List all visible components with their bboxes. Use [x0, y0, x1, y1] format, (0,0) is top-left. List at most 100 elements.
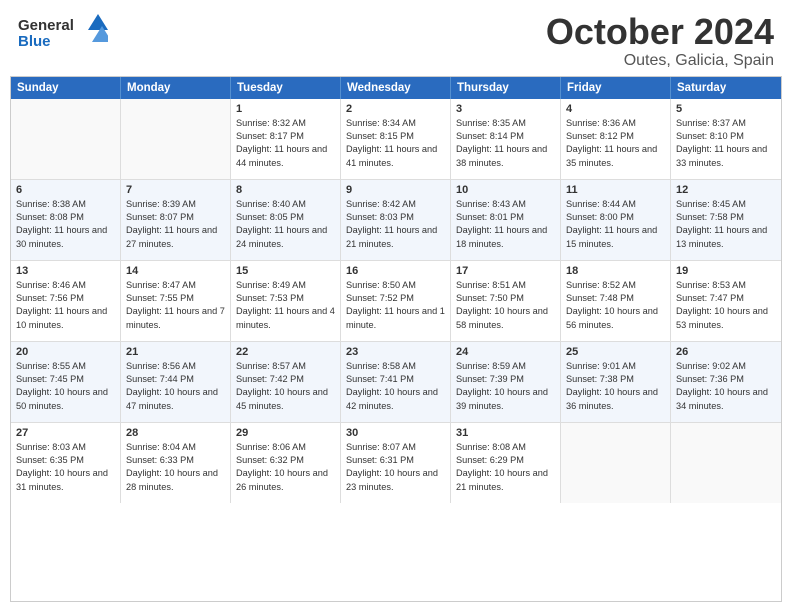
- daylight-text: Daylight: 11 hours and 4 minutes.: [236, 306, 335, 329]
- sunrise-text: Sunrise: 8:53 AM: [676, 280, 746, 290]
- sunset-text: Sunset: 8:00 PM: [566, 212, 634, 222]
- day-number: 2: [346, 103, 445, 115]
- sunset-text: Sunset: 7:45 PM: [16, 374, 84, 384]
- svg-text:Blue: Blue: [18, 33, 51, 50]
- daylight-text: Daylight: 10 hours and 31 minutes.: [16, 468, 108, 491]
- calendar-header-row: SundayMondayTuesdayWednesdayThursdayFrid…: [11, 77, 781, 99]
- day-cell-4: 4Sunrise: 8:36 AMSunset: 8:12 PMDaylight…: [561, 99, 671, 179]
- sunrise-text: Sunrise: 9:02 AM: [676, 361, 746, 371]
- empty-cell: [11, 99, 121, 179]
- sunset-text: Sunset: 7:56 PM: [16, 293, 84, 303]
- daylight-text: Daylight: 10 hours and 36 minutes.: [566, 387, 658, 410]
- sunset-text: Sunset: 6:31 PM: [346, 455, 414, 465]
- daylight-text: Daylight: 11 hours and 13 minutes.: [676, 225, 767, 248]
- sunset-text: Sunset: 8:05 PM: [236, 212, 304, 222]
- daylight-text: Daylight: 10 hours and 45 minutes.: [236, 387, 328, 410]
- day-number: 18: [566, 265, 665, 277]
- day-detail: Sunrise: 8:40 AM Sunset: 8:05 PM Daylight:…: [236, 198, 335, 251]
- day-detail: Sunrise: 8:45 AM Sunset: 7:58 PM Daylight:…: [676, 198, 776, 251]
- sunrise-text: Sunrise: 8:44 AM: [566, 199, 636, 209]
- day-number: 9: [346, 184, 445, 196]
- sunset-text: Sunset: 6:32 PM: [236, 455, 304, 465]
- title-block: October 2024 Outes, Galicia, Spain: [546, 12, 774, 70]
- sunrise-text: Sunrise: 8:51 AM: [456, 280, 526, 290]
- day-cell-21: 21Sunrise: 8:56 AMSunset: 7:44 PMDayligh…: [121, 342, 231, 422]
- calendar-body: 1Sunrise: 8:32 AMSunset: 8:17 PMDaylight…: [11, 99, 781, 503]
- empty-cell: [121, 99, 231, 179]
- sunset-text: Sunset: 8:12 PM: [566, 131, 634, 141]
- day-header-thursday: Thursday: [451, 77, 561, 99]
- day-detail: Sunrise: 8:53 AMSunset: 7:47 PMDaylight:…: [676, 279, 776, 332]
- sunset-text: Sunset: 7:42 PM: [236, 374, 304, 384]
- sunrise-text: Sunrise: 8:45 AM: [676, 199, 746, 209]
- day-number: 22: [236, 346, 335, 358]
- day-cell-25: 25Sunrise: 9:01 AMSunset: 7:38 PMDayligh…: [561, 342, 671, 422]
- svg-text:General: General: [18, 17, 74, 34]
- day-detail: Sunrise: 8:50 AMSunset: 7:52 PMDaylight:…: [346, 279, 445, 332]
- day-number: 31: [456, 427, 555, 439]
- day-detail: Sunrise: 8:08 AMSunset: 6:29 PMDaylight:…: [456, 441, 555, 494]
- sunset-text: Sunset: 7:50 PM: [456, 293, 524, 303]
- empty-cell: [561, 423, 671, 503]
- daylight-text: Daylight: 10 hours and 21 minutes.: [456, 468, 548, 491]
- day-detail: Sunrise: 8:37 AMSunset: 8:10 PMDaylight:…: [676, 117, 776, 170]
- sunset-text: Sunset: 7:39 PM: [456, 374, 524, 384]
- day-detail: Sunrise: 8:39 AMSunset: 8:07 PMDaylight:…: [126, 198, 225, 251]
- day-number: 30: [346, 427, 445, 439]
- calendar-week-2: 6Sunrise: 8:38 AMSunset: 8:08 PMDaylight…: [11, 180, 781, 261]
- day-detail: Sunrise: 8:04 AMSunset: 6:33 PMDaylight:…: [126, 441, 225, 494]
- sunrise-text: Sunrise: 8:40 AM: [236, 199, 306, 209]
- calendar-week-3: 13Sunrise: 8:46 AMSunset: 7:56 PMDayligh…: [11, 261, 781, 342]
- daylight-text: Daylight: 11 hours and 27 minutes.: [126, 225, 217, 248]
- sunset-text: Sunset: 7:52 PM: [346, 293, 414, 303]
- day-number: 12: [676, 184, 776, 196]
- day-header-monday: Monday: [121, 77, 231, 99]
- day-number: 16: [346, 265, 445, 277]
- sunset-text: Sunset: 6:35 PM: [16, 455, 84, 465]
- day-cell-31: 31 Sunrise: 8:08 AMSunset: 6:29 PMDayligh…: [451, 423, 561, 503]
- daylight-text: Daylight: 10 hours and 50 minutes.: [16, 387, 108, 410]
- day-detail: Sunrise: 8:42 AMSunset: 8:03 PMDaylight:…: [346, 198, 445, 251]
- empty-cell: [671, 423, 781, 503]
- calendar-title: October 2024: [546, 12, 774, 52]
- sunrise-text: Sunrise: 8:38 AM: [16, 199, 86, 209]
- sunset-text: Sunset: 7:58 PM: [676, 212, 744, 222]
- day-detail: Sunrise: 8:47 AMSunset: 7:55 PMDaylight:…: [126, 279, 225, 332]
- sunrise-text: Sunrise: 8:57 AM: [236, 361, 306, 371]
- sunrise-text: Sunrise: 8:07 AM: [346, 442, 416, 452]
- day-detail: Sunrise: 8:49 AMSunset: 7:53 PMDaylight:…: [236, 279, 335, 332]
- sunset-text: Sunset: 8:10 PM: [676, 131, 744, 141]
- day-cell-14: 14Sunrise: 8:47 AMSunset: 7:55 PMDayligh…: [121, 261, 231, 341]
- sunset-text: Sunset: 7:55 PM: [126, 293, 194, 303]
- daylight-text: Daylight: 10 hours and 28 minutes.: [126, 468, 218, 491]
- sunrise-text: Sunrise: 8:06 AM: [236, 442, 306, 452]
- day-number: 21: [126, 346, 225, 358]
- day-cell-2: 2Sunrise: 8:34 AMSunset: 8:15 PMDaylight…: [341, 99, 451, 179]
- day-cell-28: 28Sunrise: 8:04 AMSunset: 6:33 PMDayligh…: [121, 423, 231, 503]
- sunset-text: Sunset: 6:33 PM: [126, 455, 194, 465]
- daylight-text: Daylight: 11 hours and 44 minutes.: [236, 144, 327, 167]
- day-header-wednesday: Wednesday: [341, 77, 451, 99]
- day-cell-16: 16 Sunrise: 8:50 AMSunset: 7:52 PMDayligh…: [341, 261, 451, 341]
- day-detail: Sunrise: 9:02 AM Sunset: 7:36 PM Daylight:…: [676, 360, 776, 413]
- day-cell-10: 10Sunrise: 8:43 AMSunset: 8:01 PMDayligh…: [451, 180, 561, 260]
- daylight-text: Daylight: 10 hours and 34 minutes.: [676, 387, 768, 410]
- sunset-text: Sunset: 7:36 PM: [676, 374, 744, 384]
- logo-svg: General Blue: [18, 12, 108, 50]
- daylight-text: Daylight: 10 hours and 26 minutes.: [236, 468, 328, 491]
- day-cell-29: 29Sunrise: 8:06 AMSunset: 6:32 PMDayligh…: [231, 423, 341, 503]
- day-number: 17: [456, 265, 555, 277]
- day-cell-3: 3Sunrise: 8:35 AMSunset: 8:14 PMDaylight…: [451, 99, 561, 179]
- calendar-subtitle: Outes, Galicia, Spain: [546, 52, 774, 70]
- sunset-text: Sunset: 8:15 PM: [346, 131, 414, 141]
- sunrise-text: Sunrise: 8:47 AM: [126, 280, 196, 290]
- day-cell-18: 18Sunrise: 8:52 AMSunset: 7:48 PMDayligh…: [561, 261, 671, 341]
- day-detail: Sunrise: 8:57 AM Sunset: 7:42 PM Daylight:…: [236, 360, 335, 413]
- day-cell-27: 27Sunrise: 8:03 AMSunset: 6:35 PMDayligh…: [11, 423, 121, 503]
- sunset-text: Sunset: 8:17 PM: [236, 131, 304, 141]
- day-cell-13: 13Sunrise: 8:46 AMSunset: 7:56 PMDayligh…: [11, 261, 121, 341]
- sunrise-text: Sunrise: 8:52 AM: [566, 280, 636, 290]
- daylight-text: Daylight: 11 hours and 24 minutes.: [236, 225, 327, 248]
- day-detail: Sunrise: 8:51 AMSunset: 7:50 PMDaylight:…: [456, 279, 555, 332]
- sunrise-text: Sunrise: 8:55 AM: [16, 361, 86, 371]
